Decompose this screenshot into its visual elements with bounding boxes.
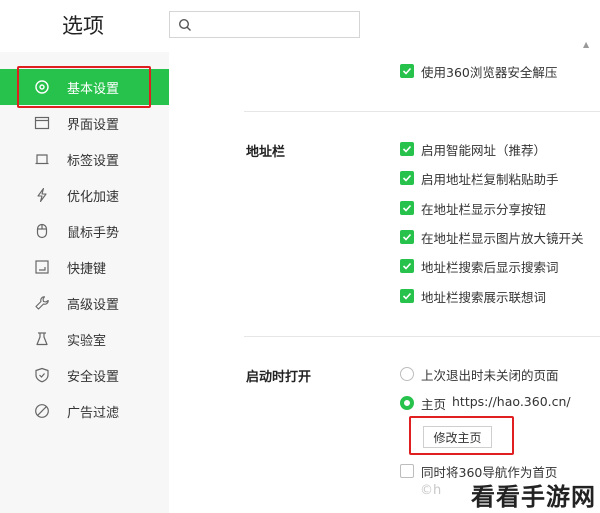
- sidebar-item-tab-settings[interactable]: 标签设置: [0, 141, 169, 177]
- sidebar-item-label: 鼠标手势: [67, 226, 120, 241]
- check-icon: [402, 174, 412, 182]
- watermark-faint-text: ©h: [420, 483, 442, 498]
- checkbox-show-search-terms[interactable]: [400, 259, 414, 273]
- homepage-url: https://hao.360.cn/: [452, 394, 571, 409]
- sidebar-item-security[interactable]: 安全设置: [0, 357, 169, 393]
- option-label: 在地址栏显示图片放大镜开关: [421, 231, 584, 246]
- checkbox-search-suggestions[interactable]: [400, 289, 414, 303]
- check-icon: [402, 145, 412, 153]
- check-icon: [402, 292, 412, 300]
- check-icon: [402, 67, 412, 75]
- sidebar-item-label: 优化加速: [67, 190, 120, 205]
- highlight-box: [17, 66, 151, 108]
- sidebar-item-ad-filter[interactable]: 广告过滤: [0, 393, 169, 429]
- option-label: 地址栏搜索后显示搜索词: [421, 260, 559, 275]
- option-label: 使用360浏览器安全解压: [421, 65, 558, 80]
- search-icon: [178, 18, 191, 31]
- check-icon: [402, 262, 412, 270]
- mouse-icon: [36, 223, 48, 239]
- highlight-box: [409, 416, 514, 455]
- shield-icon: [35, 367, 49, 383]
- sidebar-item-label: 界面设置: [67, 118, 120, 133]
- checkbox-copy-paste-helper[interactable]: [400, 171, 414, 185]
- sidebar-footer: [0, 472, 169, 513]
- sidebar-item-lab[interactable]: 实验室: [0, 321, 169, 357]
- checkbox-share-button[interactable]: [400, 201, 414, 215]
- watermark-logo-text: 看看手游网: [471, 483, 596, 511]
- checkbox-also-nav-homepage[interactable]: [400, 464, 414, 478]
- option-label: 主页: [421, 397, 447, 412]
- radio-homepage[interactable]: [400, 396, 414, 410]
- tab-icon: [35, 154, 49, 165]
- sidebar-item-ui-settings[interactable]: 界面设置: [0, 105, 169, 141]
- sidebar-item-mouse-gestures[interactable]: 鼠标手势: [0, 213, 169, 249]
- sidebar-item-optimize[interactable]: 优化加速: [0, 177, 169, 213]
- lightning-icon: [37, 187, 47, 203]
- wrench-icon: [35, 296, 49, 310]
- sidebar-item-label: 高级设置: [67, 298, 120, 313]
- check-icon: [402, 233, 412, 241]
- sidebar-item-shortcuts[interactable]: 快捷键: [0, 249, 169, 285]
- option-label: 地址栏搜索展示联想词: [421, 290, 547, 305]
- option-label: 启用智能网址（推荐）: [421, 143, 547, 158]
- sidebar-item-label: 安全设置: [67, 370, 120, 385]
- section-divider: [244, 111, 600, 112]
- option-label: 启用地址栏复制粘贴助手: [421, 172, 559, 187]
- checkbox-safe-decompress[interactable]: [400, 64, 414, 78]
- scroll-up-icon[interactable]: ▲: [583, 40, 589, 49]
- search-input[interactable]: [169, 11, 360, 38]
- option-label: 上次退出时未关闭的页面: [421, 368, 559, 383]
- block-icon: [35, 404, 49, 418]
- checkbox-image-magnifier[interactable]: [400, 230, 414, 244]
- option-label: 在地址栏显示分享按钮: [421, 202, 547, 217]
- section-label-startup: 启动时打开: [246, 370, 312, 385]
- keyboard-icon: [35, 260, 49, 274]
- checkbox-smart-url[interactable]: [400, 142, 414, 156]
- section-divider: [244, 336, 600, 337]
- check-icon: [402, 204, 412, 212]
- window-icon: [34, 116, 50, 130]
- main-content: [169, 52, 600, 513]
- sidebar-item-advanced[interactable]: 高级设置: [0, 285, 169, 321]
- flask-icon: [36, 332, 48, 346]
- sidebar-item-label: 广告过滤: [67, 406, 120, 421]
- section-label-address-bar: 地址栏: [246, 145, 286, 160]
- sidebar-item-label: 快捷键: [67, 262, 107, 277]
- sidebar-item-label: 标签设置: [67, 154, 120, 169]
- radio-last-session[interactable]: [400, 367, 414, 381]
- page-title: 选项: [62, 14, 104, 38]
- sidebar-item-label: 实验室: [67, 334, 107, 349]
- header: 选项: [0, 0, 600, 52]
